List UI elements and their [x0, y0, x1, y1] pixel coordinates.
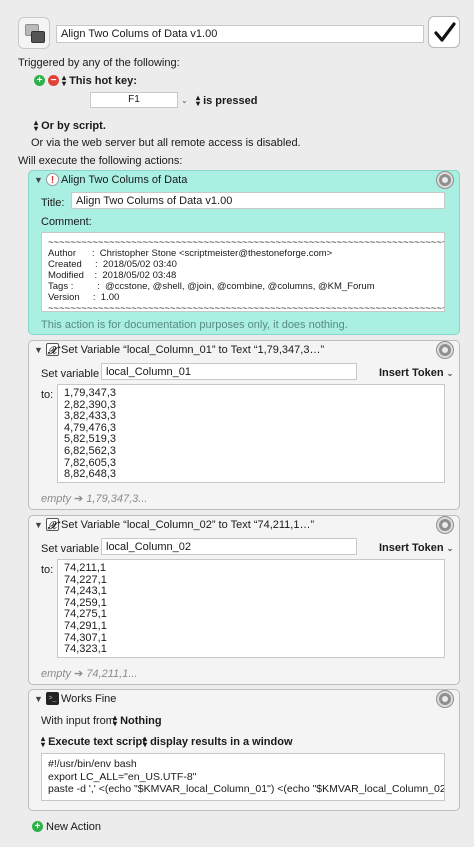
up-down-chevron-icon: ▴ ▾ — [113, 713, 118, 729]
to-label: to: — [41, 389, 54, 401]
shell-script-action-header[interactable]: ▼ >_ Works Fine — [29, 690, 459, 710]
disclosure-triangle-icon[interactable]: ▼ — [34, 345, 43, 355]
variable-text-area[interactable]: 74,211,1 74,227,1 74,243,1 74,259,1 74,2… — [57, 559, 445, 658]
gear-icon[interactable] — [437, 517, 453, 533]
web-server-note: Or via the web server but all remote acc… — [31, 137, 301, 149]
display-mode-selector[interactable]: ▴ ▾ display results in a window — [143, 734, 293, 750]
up-down-chevron-icon: ▴ ▾ — [62, 73, 67, 89]
set-variable-action-2[interactable]: ▼ 𝒳 Set Variable “local_Column_02” to Te… — [28, 515, 460, 685]
gear-icon[interactable] — [437, 172, 453, 188]
variable-name-field[interactable]: local_Column_01 — [101, 363, 357, 380]
comment-action-title: Align Two Colums of Data — [61, 174, 188, 186]
comment-action[interactable]: ▼ ! Align Two Colums of Data Title: Alig… — [28, 170, 460, 335]
macro-enabled-checkbox[interactable] — [428, 16, 460, 48]
value-preview: empty ➔ 1,79,347,3... — [41, 493, 148, 505]
variable-x-icon: 𝒳 — [46, 343, 59, 357]
remove-trigger-icon[interactable]: − — [48, 75, 59, 86]
chevron-down-icon: ⌄ — [446, 544, 454, 553]
disclosure-triangle-icon[interactable]: ▼ — [34, 694, 43, 704]
set-variable-action-1-title: Set Variable “local_Column_01” to Text “… — [61, 344, 325, 356]
shell-script-action-title: Works Fine — [61, 693, 117, 705]
comment-title-field[interactable]: Align Two Colums of Data v1.00 — [71, 192, 445, 209]
set-variable-action-1-header[interactable]: ▼ 𝒳 Set Variable “local_Column_01” to Te… — [29, 341, 459, 361]
gear-icon[interactable] — [437, 342, 453, 358]
macro-name-field[interactable]: Align Two Colums of Data v1.00 — [56, 25, 424, 43]
title-label: Title: — [41, 197, 65, 209]
terminal-icon: >_ — [46, 692, 59, 705]
new-action-icon[interactable]: + — [32, 821, 43, 832]
chevron-down-icon: ⌄ — [446, 369, 454, 378]
set-variable-label: Set variable — [41, 368, 100, 380]
hotkey-field[interactable]: F1 — [90, 92, 178, 108]
actions-heading: Will execute the following actions: — [18, 155, 183, 167]
comment-action-header[interactable]: ▼ ! Align Two Colums of Data — [29, 171, 459, 191]
input-source-selector[interactable]: ▴ ▾ Nothing — [113, 713, 162, 729]
execute-mode-selector[interactable]: ▴ ▾ Execute text script — [41, 734, 146, 750]
insert-token-button[interactable]: Insert Token ⌄ — [379, 367, 453, 379]
up-down-chevron-icon: ▴ ▾ — [34, 118, 39, 134]
add-trigger-icon[interactable]: + — [34, 75, 45, 86]
new-action-button[interactable]: New Action — [46, 821, 101, 833]
value-preview: empty ➔ 74,211,1... — [41, 668, 138, 680]
macro-icon[interactable] — [18, 17, 50, 49]
checkmark-icon — [434, 22, 456, 42]
shell-script-action[interactable]: ▼ >_ Works Fine With input from ▴ ▾ Nothi… — [28, 689, 460, 811]
set-variable-action-1[interactable]: ▼ 𝒳 Set Variable “local_Column_01” to Te… — [28, 340, 460, 510]
hotkey-state-selector[interactable]: ▴ ▾ is pressed — [196, 93, 258, 109]
comment-text-area[interactable]: ~~~~~~~~~~~~~~~~~~~~~~~~~~~~~~~~~~~~~~~~… — [41, 232, 445, 312]
documentation-note: This action is for documentation purpose… — [41, 319, 348, 331]
hotkey-trigger-selector[interactable]: ▴ ▾ This hot key: — [62, 73, 137, 89]
variable-x-icon: 𝒳 — [46, 518, 59, 532]
input-from-label: With input from — [41, 715, 115, 727]
exclamation-icon: ! — [46, 173, 59, 186]
by-script-selector[interactable]: ▴ ▾ Or by script. — [34, 118, 106, 134]
variable-text-area[interactable]: 1,79,347,3 2,82,390,3 3,82,433,3 4,79,47… — [57, 384, 445, 483]
insert-token-button[interactable]: Insert Token ⌄ — [379, 542, 453, 554]
triggers-heading: Triggered by any of the following: — [18, 57, 180, 69]
disclosure-triangle-icon[interactable]: ▼ — [34, 175, 43, 185]
up-down-chevron-icon: ▴ ▾ — [143, 734, 148, 750]
hotkey-dropdown-chevron-icon[interactable]: ⌄ — [181, 96, 188, 105]
up-down-chevron-icon: ▴ ▾ — [196, 93, 201, 109]
gear-icon[interactable] — [437, 691, 453, 707]
variable-name-field[interactable]: local_Column_02 — [101, 538, 357, 555]
comment-label: Comment: — [41, 216, 92, 228]
script-text-area[interactable]: #!/usr/bin/env bash export LC_ALL="en_US… — [41, 753, 445, 801]
set-variable-action-2-title: Set Variable “local_Column_02” to Text “… — [61, 519, 315, 531]
set-variable-label: Set variable — [41, 543, 100, 555]
up-down-chevron-icon: ▴ ▾ — [41, 734, 46, 750]
to-label: to: — [41, 564, 54, 576]
disclosure-triangle-icon[interactable]: ▼ — [34, 520, 43, 530]
set-variable-action-2-header[interactable]: ▼ 𝒳 Set Variable “local_Column_02” to Te… — [29, 516, 459, 536]
